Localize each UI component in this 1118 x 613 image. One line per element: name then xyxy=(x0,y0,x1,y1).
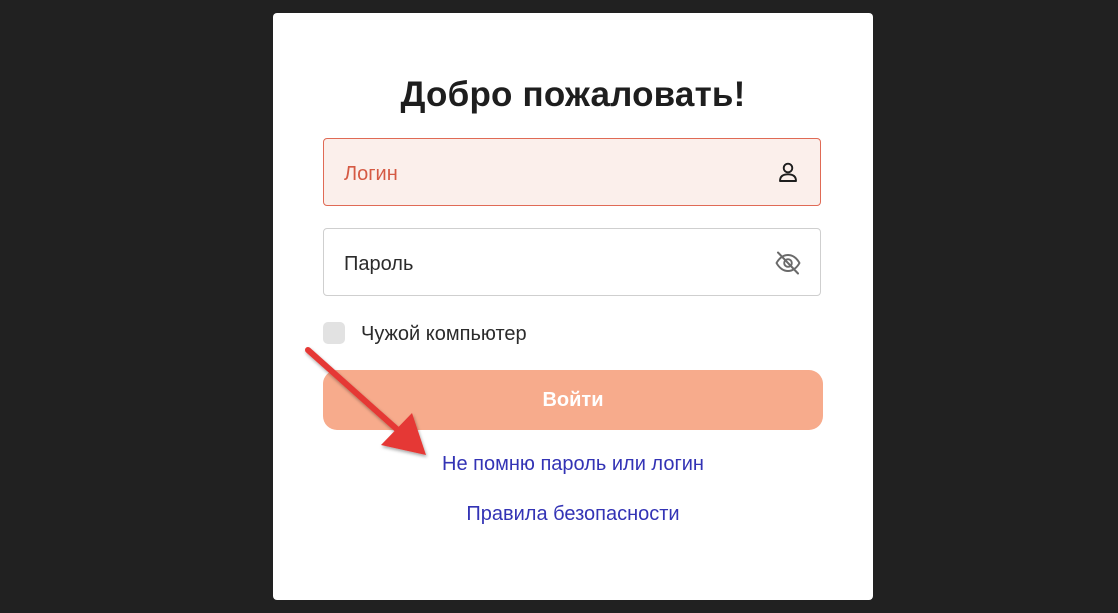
login-button[interactable]: Войти xyxy=(323,370,823,430)
password-input-label: Пароль xyxy=(344,253,414,275)
login-input-label: Логин xyxy=(344,163,398,185)
foreign-computer-checkbox[interactable] xyxy=(323,322,345,344)
page-title: Добро пожаловать! xyxy=(400,75,746,114)
page: Добро пожаловать! Логин Пароль Чужой ком… xyxy=(0,0,1118,613)
eye-off-icon[interactable] xyxy=(774,249,802,277)
login-card: Добро пожаловать! Логин Пароль Чужой ком… xyxy=(273,13,873,600)
security-rules-link[interactable]: Правила безопасности xyxy=(273,503,873,526)
user-icon xyxy=(779,162,797,182)
login-input[interactable]: Логин xyxy=(323,138,821,206)
password-input[interactable]: Пароль xyxy=(323,228,821,296)
foreign-computer-label[interactable]: Чужой компьютер xyxy=(361,323,527,346)
forgot-password-link[interactable]: Не помню пароль или логин xyxy=(273,453,873,476)
